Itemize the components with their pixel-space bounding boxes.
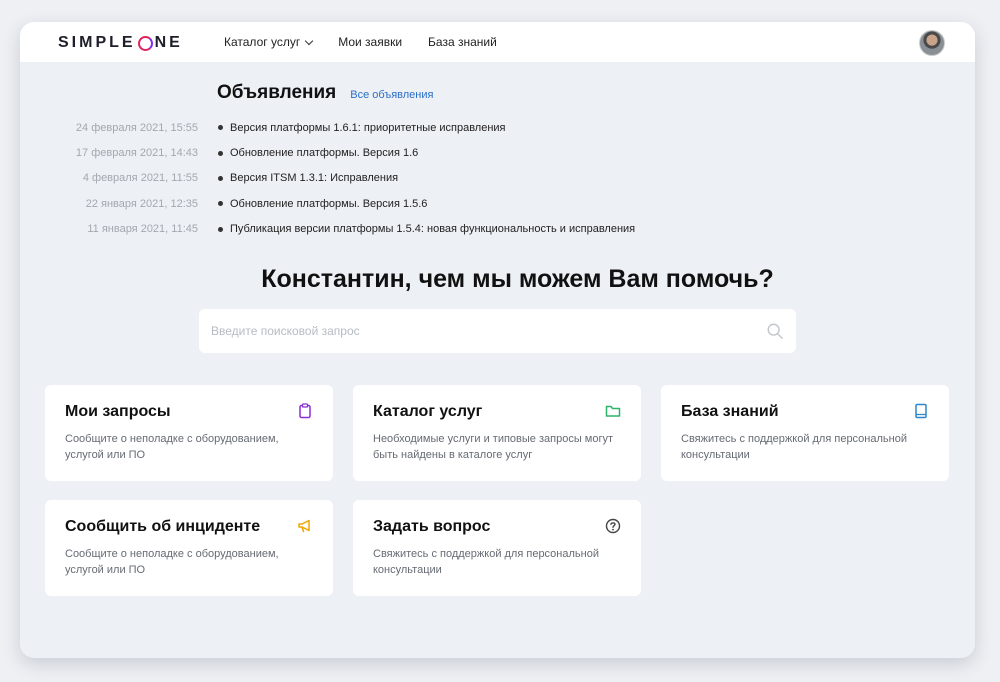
- logo-o-icon: [137, 35, 153, 51]
- card-description: Необходимые услуги и типовые запросы мог…: [373, 433, 614, 461]
- top-header: SIMPLE NE Каталог услуг Мои заявки База …: [20, 22, 975, 62]
- greeting-heading: Константин, чем мы можем Вам помочь?: [261, 265, 774, 293]
- announcements-header: Объявления Все объявления: [217, 82, 433, 104]
- folder-icon: [605, 403, 621, 419]
- card-knowledge-base[interactable]: База знаний Свяжитесь с поддержкой для п…: [661, 385, 949, 481]
- clipboard-icon: [297, 403, 313, 419]
- chevron-down-icon: [304, 36, 314, 45]
- nav-service-catalog-label: Каталог услуг: [224, 35, 301, 49]
- card-service-catalog[interactable]: Каталог услуг Необходимые услуги и типов…: [353, 385, 641, 481]
- card-title: Задать вопрос: [373, 518, 491, 535]
- card-description: Сообщите о неполадке с оборудованием, ус…: [65, 548, 279, 576]
- announcement-date: 24 февраля 2021, 15:55: [75, 121, 198, 134]
- announcement-item[interactable]: 4 февраля 2021, 11:55 Версия ITSM 1.3.1:…: [20, 166, 975, 191]
- search-bar: [199, 309, 796, 353]
- bullet-icon: [218, 175, 223, 181]
- card-title: База знаний: [681, 403, 779, 420]
- main-nav: Каталог услуг Мои заявки База знаний: [224, 35, 497, 49]
- card-description: Свяжитесь с поддержкой для персональной …: [681, 433, 907, 461]
- card-title: Каталог услуг: [373, 403, 483, 420]
- megaphone-icon: [297, 518, 313, 534]
- announcement-date: 17 февраля 2021, 14:43: [75, 147, 198, 160]
- announcement-item[interactable]: 17 февраля 2021, 14:43 Обновление платфо…: [20, 140, 975, 165]
- card-description: Свяжитесь с поддержкой для персональной …: [373, 548, 599, 576]
- nav-my-requests-label: Мои заявки: [338, 35, 403, 49]
- simpleone-logo[interactable]: SIMPLE NE: [58, 34, 183, 52]
- question-circle-icon: [605, 518, 621, 534]
- card-description: Сообщите о неполадке с оборудованием, ус…: [65, 433, 279, 461]
- bullet-icon: [218, 125, 223, 131]
- announcements-list: 24 февраля 2021, 15:55 Версия платформы …: [20, 115, 975, 242]
- announcement-item[interactable]: 11 января 2021, 11:45 Публикация версии …: [20, 217, 975, 242]
- card-report-incident[interactable]: Сообщить об инциденте Сообщите о неполад…: [45, 500, 333, 596]
- announcement-date: 11 января 2021, 11:45: [87, 223, 198, 236]
- announcement-text[interactable]: Публикация версии платформы 1.5.4: новая…: [230, 223, 635, 235]
- bullet-icon: [218, 201, 223, 207]
- announcements-title: Объявления: [217, 82, 337, 103]
- nav-service-catalog[interactable]: Каталог услуг: [224, 35, 314, 49]
- nav-my-requests[interactable]: Мои заявки: [338, 35, 402, 49]
- app-window: SIMPLE NE Каталог услуг Мои заявки База …: [20, 22, 975, 658]
- logo-text-left: SIMPLE: [58, 34, 136, 51]
- announcement-text[interactable]: Версия ITSM 1.3.1: Исправления: [230, 172, 398, 184]
- nav-knowledge-base[interactable]: База знаний: [428, 35, 497, 49]
- bullet-icon: [218, 150, 223, 156]
- user-avatar[interactable]: [919, 30, 945, 56]
- announcement-text[interactable]: Обновление платформы. Версия 1.5.6: [230, 198, 427, 210]
- nav-knowledge-base-label: База знаний: [428, 35, 497, 49]
- announcement-date: 4 февраля 2021, 11:55: [82, 172, 198, 185]
- book-icon: [913, 403, 929, 419]
- card-title: Сообщить об инциденте: [65, 518, 261, 535]
- announcement-item[interactable]: 22 января 2021, 12:35 Обновление платфор…: [20, 191, 975, 216]
- announcement-date: 22 января 2021, 12:35: [85, 197, 198, 210]
- logo-text-right: NE: [154, 34, 183, 51]
- card-my-requests[interactable]: Мои запросы Сообщите о неполадке с обору…: [45, 385, 333, 481]
- announcement-item[interactable]: 24 февраля 2021, 15:55 Версия платформы …: [20, 115, 975, 140]
- announcement-text[interactable]: Версия платформы 1.6.1: приоритетные исп…: [230, 122, 506, 134]
- card-ask-question[interactable]: Задать вопрос Свяжитесь с поддержкой для…: [353, 500, 641, 596]
- bullet-icon: [218, 226, 223, 232]
- all-announcements-link[interactable]: Все объявления: [350, 89, 433, 101]
- search-icon[interactable]: [766, 322, 784, 340]
- announcement-text[interactable]: Обновление платформы. Версия 1.6: [230, 147, 418, 159]
- search-input[interactable]: [211, 324, 766, 338]
- card-title: Мои запросы: [65, 403, 171, 420]
